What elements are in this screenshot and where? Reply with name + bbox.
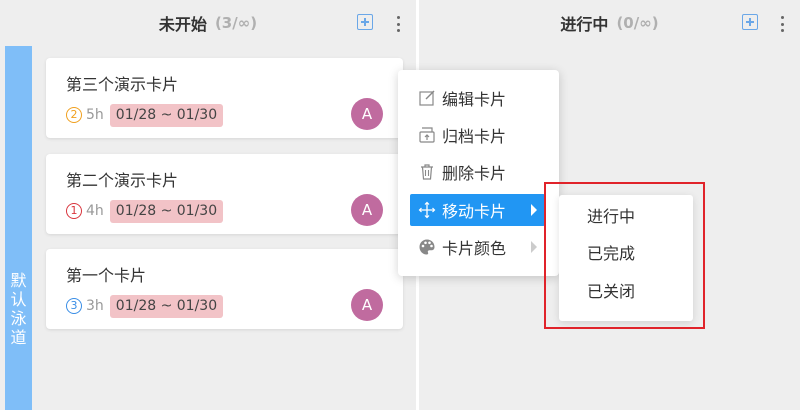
menu-item-archive[interactable]: 归档卡片	[410, 119, 545, 151]
date-range-badge: 01/28 ~ 01/30	[109, 199, 224, 223]
menu-item-label: 删除卡片	[442, 164, 507, 183]
kanban-board: 未开始 (3/∞) 进行中 (0/∞) 默 认 泳 道 第三个演示卡片 2 5h…	[0, 0, 800, 410]
menu-item-edit[interactable]: 编辑卡片	[410, 82, 545, 114]
card[interactable]: 第一个卡片 3 3h 01/28 ~ 01/30 A	[46, 249, 403, 329]
avatar[interactable]: A	[351, 194, 383, 226]
column-title: 未开始	[158, 15, 207, 34]
card-context-menu: 编辑卡片 归档卡片 删除卡片 移动卡片 卡片颜色	[398, 70, 559, 276]
card-meta: 3 3h 01/28 ~ 01/30	[66, 294, 224, 318]
card-title: 第二个演示卡片	[66, 171, 179, 190]
swimlane-label: 默 认 泳 道	[10, 271, 27, 347]
column-title: 进行中	[560, 15, 609, 34]
date-range-badge: 01/28 ~ 01/30	[109, 103, 224, 127]
archive-icon	[419, 127, 435, 143]
submenu-arrow-icon	[531, 241, 537, 253]
submenu-arrow-icon	[531, 204, 537, 216]
menu-item-label: 归档卡片	[442, 127, 507, 146]
priority-badge: 2	[66, 107, 82, 123]
more-options-icon[interactable]	[395, 16, 401, 32]
move-icon	[418, 201, 436, 219]
edit-icon	[419, 90, 435, 106]
add-card-icon[interactable]	[357, 14, 373, 30]
swimlane-default[interactable]: 默 认 泳 道	[5, 46, 32, 410]
menu-item-delete[interactable]: 删除卡片	[410, 156, 545, 188]
column-count: (0/∞)	[616, 14, 659, 32]
more-options-icon[interactable]	[779, 16, 785, 32]
estimate: 4h	[86, 203, 104, 219]
avatar[interactable]: A	[351, 289, 383, 321]
card[interactable]: 第三个演示卡片 2 5h 01/28 ~ 01/30 A	[46, 58, 403, 138]
priority-badge: 1	[66, 203, 82, 219]
column-header-todo: 未开始 (3/∞)	[0, 0, 416, 46]
priority-badge: 3	[66, 298, 82, 314]
card-meta: 1 4h 01/28 ~ 01/30	[66, 199, 224, 223]
card-title: 第一个卡片	[66, 266, 147, 285]
estimate: 5h	[86, 107, 104, 123]
trash-icon	[421, 164, 433, 180]
menu-item-move[interactable]: 移动卡片	[410, 194, 545, 226]
menu-item-label: 编辑卡片	[442, 90, 507, 109]
menu-item-card-color[interactable]: 卡片颜色	[410, 231, 545, 263]
card-meta: 2 5h 01/28 ~ 01/30	[66, 103, 224, 127]
highlight-annotation	[544, 182, 705, 329]
card-title: 第三个演示卡片	[66, 75, 179, 94]
avatar[interactable]: A	[351, 98, 383, 130]
column-count: (3/∞)	[214, 14, 258, 32]
date-range-badge: 01/28 ~ 01/30	[109, 294, 224, 318]
add-card-icon[interactable]	[742, 14, 758, 30]
palette-icon	[419, 239, 435, 255]
estimate: 3h	[86, 298, 104, 314]
menu-item-label: 移动卡片	[442, 202, 507, 221]
card[interactable]: 第二个演示卡片 1 4h 01/28 ~ 01/30 A	[46, 154, 403, 234]
menu-item-label: 卡片颜色	[442, 239, 507, 258]
